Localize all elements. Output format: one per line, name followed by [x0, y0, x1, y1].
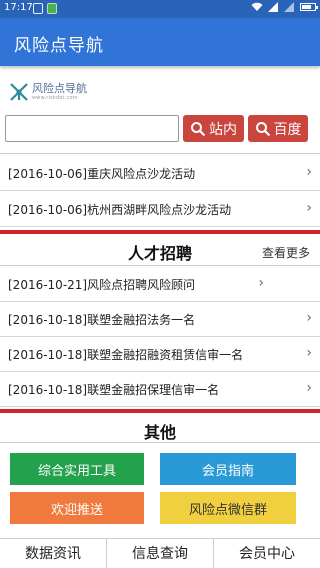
- tile-label: 风险点微信群: [188, 502, 267, 518]
- chevron-right-icon: ›: [306, 200, 312, 216]
- list-item[interactable]: [2016-10-18]联塑金融招法务一名 ›: [0, 301, 320, 337]
- member-guide-tile[interactable]: 会员指南: [160, 453, 296, 485]
- chevron-right-icon: ›: [306, 164, 312, 180]
- tab-data-news[interactable]: 数据资讯: [0, 539, 107, 568]
- chevron-right-icon: ›: [306, 380, 312, 396]
- search-input[interactable]: [5, 115, 179, 142]
- other-section-title: 其他: [143, 423, 176, 442]
- logo-name: 风险点导航: [32, 82, 87, 95]
- divider: [0, 153, 320, 154]
- list-item-text: [2016-10-06]杭州西湖畔风险点沙龙活动: [8, 203, 232, 217]
- signal-icon-2: [284, 2, 294, 12]
- bottom-nav: 数据资讯 信息查询 会员中心: [0, 538, 320, 568]
- notification-icon: [33, 3, 43, 14]
- list-item[interactable]: [2016-10-18]联塑金融招保理信审一名 ›: [0, 371, 320, 407]
- list-item-text: [2016-10-18]联塑金融招融资租赁信审一名: [8, 348, 244, 362]
- search-icon: [255, 121, 270, 136]
- site-search-button[interactable]: 站内: [183, 115, 244, 142]
- status-time: 17:17: [4, 2, 33, 13]
- section-divider: [0, 230, 320, 234]
- tile-label: 欢迎推送: [50, 502, 103, 518]
- view-more-link[interactable]: 查看更多: [262, 244, 310, 261]
- site-logo: 风险点导航 www.riskdot.com: [8, 78, 88, 104]
- app-bar: 风险点导航: [0, 18, 320, 66]
- list-item[interactable]: [2016-10-21]风险点招聘风险顾问 ›: [0, 266, 320, 302]
- chevron-right-icon: ›: [306, 310, 312, 326]
- wechat-group-tile[interactable]: 风险点微信群: [160, 492, 296, 524]
- app-title: 风险点导航: [14, 36, 104, 56]
- logo-icon: [10, 83, 28, 101]
- list-item-text: [2016-10-21]风险点招聘风险顾问: [8, 278, 196, 292]
- welcome-push-tile[interactable]: 欢迎推送: [10, 492, 144, 524]
- app-notification-icon: [47, 3, 57, 14]
- chevron-right-icon: ›: [258, 275, 264, 291]
- wifi-icon: [251, 2, 263, 11]
- list-item-text: [2016-10-18]联塑金融招保理信审一名: [8, 383, 220, 397]
- tile-label: 综合实用工具: [37, 463, 116, 479]
- tile-label: 会员指南: [201, 463, 254, 479]
- baidu-search-label: 百度: [273, 121, 302, 138]
- tab-info-query[interactable]: 信息查询: [107, 539, 214, 568]
- list-item[interactable]: [2016-10-18]联塑金融招融资租赁信审一名 ›: [0, 336, 320, 372]
- list-item-text: [2016-10-18]联塑金融招法务一名: [8, 313, 196, 327]
- section-divider: [0, 409, 320, 413]
- divider: [0, 442, 320, 443]
- signal-icon: [268, 2, 278, 12]
- list-item-text: [2016-10-06]重庆风险点沙龙活动: [8, 167, 196, 181]
- chevron-right-icon: ›: [306, 345, 312, 361]
- list-item[interactable]: [2016-10-06]杭州西湖畔风险点沙龙活动 ›: [0, 191, 320, 227]
- search-icon: [191, 121, 206, 136]
- status-icons: [251, 2, 318, 12]
- status-bar: 17:17: [0, 0, 320, 18]
- tab-member-center[interactable]: 会员中心: [214, 539, 320, 568]
- logo-url: www.riskdot.com: [32, 95, 78, 101]
- baidu-search-button[interactable]: 百度: [248, 115, 308, 142]
- site-search-label: 站内: [209, 121, 237, 138]
- battery-icon: [300, 3, 318, 11]
- list-item[interactable]: [2016-10-06]重庆风险点沙龙活动 ›: [0, 155, 320, 191]
- tools-tile[interactable]: 综合实用工具: [10, 453, 144, 485]
